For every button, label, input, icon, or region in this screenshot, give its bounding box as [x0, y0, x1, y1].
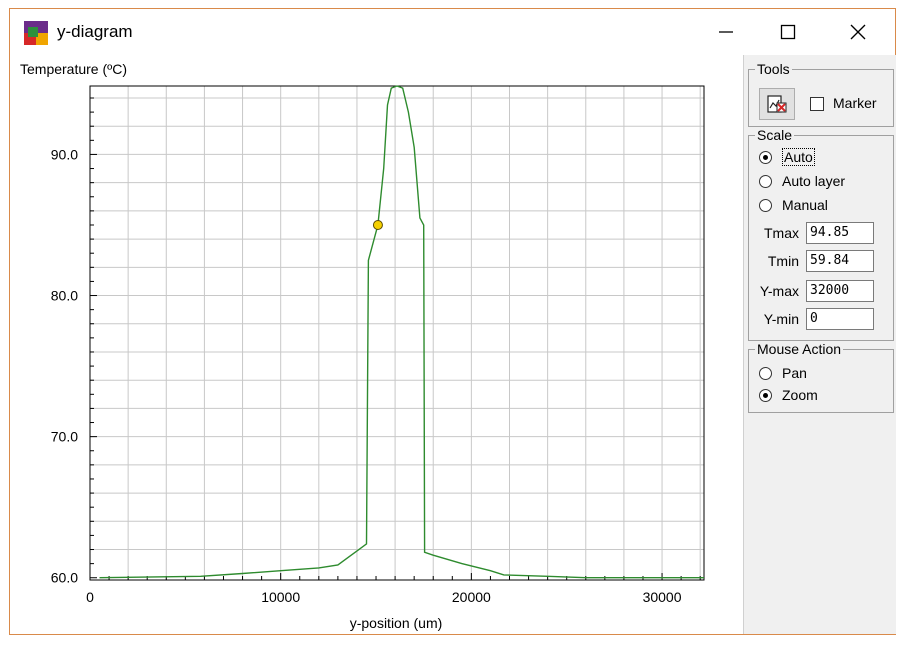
titlebar: y-diagram: [10, 9, 895, 55]
minimize-button[interactable]: [696, 9, 756, 55]
scale-group: Scale Auto Auto layer Manual Tmax 94.85 …: [748, 127, 895, 341]
y-diagram-window: y-diagram Temperature (ºC) 0 10000 20000 30…: [9, 8, 896, 635]
scale-auto-radio[interactable]: Auto: [759, 148, 815, 166]
temperature-chart[interactable]: Temperature (ºC) 0 10000 20000 30000 60.0 70.…: [10, 55, 743, 634]
mouse-zoom-label: Zoom: [782, 387, 818, 403]
tmax-label: Tmax: [764, 225, 799, 241]
temperature-line: [99, 85, 704, 579]
radio-button[interactable]: [759, 388, 772, 402]
chart-series: [99, 85, 704, 579]
chart-grid: [90, 86, 704, 580]
mouse-pan-label: Pan: [782, 365, 807, 381]
minimize-icon: [719, 31, 733, 33]
radio-button[interactable]: [759, 198, 772, 212]
side-panel: Tools Marker Scale Auto Auto layer Manua…: [743, 55, 896, 634]
scale-auto-label: Auto: [782, 148, 815, 166]
y-tick-label: 80.0: [51, 288, 78, 304]
x-tick-label: 20000: [452, 589, 491, 605]
tmin-label: Tmin: [767, 253, 799, 269]
close-icon: [850, 24, 866, 40]
export-plot-button[interactable]: [759, 88, 795, 120]
marker-checkbox-label: Marker: [833, 95, 877, 111]
tmin-row: Tmin 59.84: [749, 250, 895, 272]
x-tick-label: 30000: [643, 589, 682, 605]
marker-point: [372, 219, 383, 230]
plot-area[interactable]: Temperature (ºC) 0 10000 20000 30000 60.0 70.…: [10, 55, 743, 634]
window-title: y-diagram: [57, 22, 133, 41]
radio-button[interactable]: [759, 174, 772, 188]
marker-checkbox[interactable]: [810, 97, 824, 111]
radio-button[interactable]: [759, 366, 772, 380]
ymin-label: Y-min: [763, 311, 799, 327]
ymin-row: Y-min 0: [749, 308, 895, 330]
scale-group-label: Scale: [755, 127, 795, 143]
y-tick-label: 70.0: [51, 429, 78, 445]
radio-button[interactable]: [759, 150, 772, 164]
x-tick-label: 10000: [261, 589, 300, 605]
tmin-input[interactable]: 59.84: [806, 250, 874, 272]
tmax-input[interactable]: 94.85: [806, 222, 874, 244]
y-tick-label: 90.0: [51, 146, 78, 162]
mouse-zoom-radio[interactable]: Zoom: [759, 386, 818, 404]
scale-manual-radio[interactable]: Manual: [759, 196, 828, 214]
plot-frame: [89, 85, 705, 581]
ymax-label: Y-max: [759, 283, 799, 299]
ymax-row: Y-max 32000: [749, 280, 895, 302]
y-axis-label: Temperature (ºC): [20, 61, 127, 77]
scale-auto-layer-radio[interactable]: Auto layer: [759, 172, 845, 190]
mouse-pan-radio[interactable]: Pan: [759, 364, 807, 382]
app-icon: [24, 21, 48, 45]
maximize-icon: [780, 24, 796, 40]
ymax-input[interactable]: 32000: [806, 280, 874, 302]
x-tick-label: 0: [86, 589, 94, 605]
tools-group-label: Tools: [755, 61, 792, 77]
tools-group: Tools Marker: [748, 61, 894, 127]
tmax-row: Tmax 94.85: [749, 222, 895, 244]
y-tick-label: 60.0: [51, 570, 78, 586]
scale-auto-layer-label: Auto layer: [782, 173, 846, 189]
x-axis-label: y-position (um): [350, 615, 443, 631]
maximize-button[interactable]: [758, 9, 818, 55]
mouse-action-group-label: Mouse Action: [755, 341, 844, 357]
mouse-action-group: Mouse Action Pan Zoom: [748, 341, 894, 413]
export-plot-icon: [767, 95, 787, 113]
close-button[interactable]: [828, 9, 888, 55]
ymin-input[interactable]: 0: [806, 308, 874, 330]
scale-manual-label: Manual: [782, 197, 828, 213]
